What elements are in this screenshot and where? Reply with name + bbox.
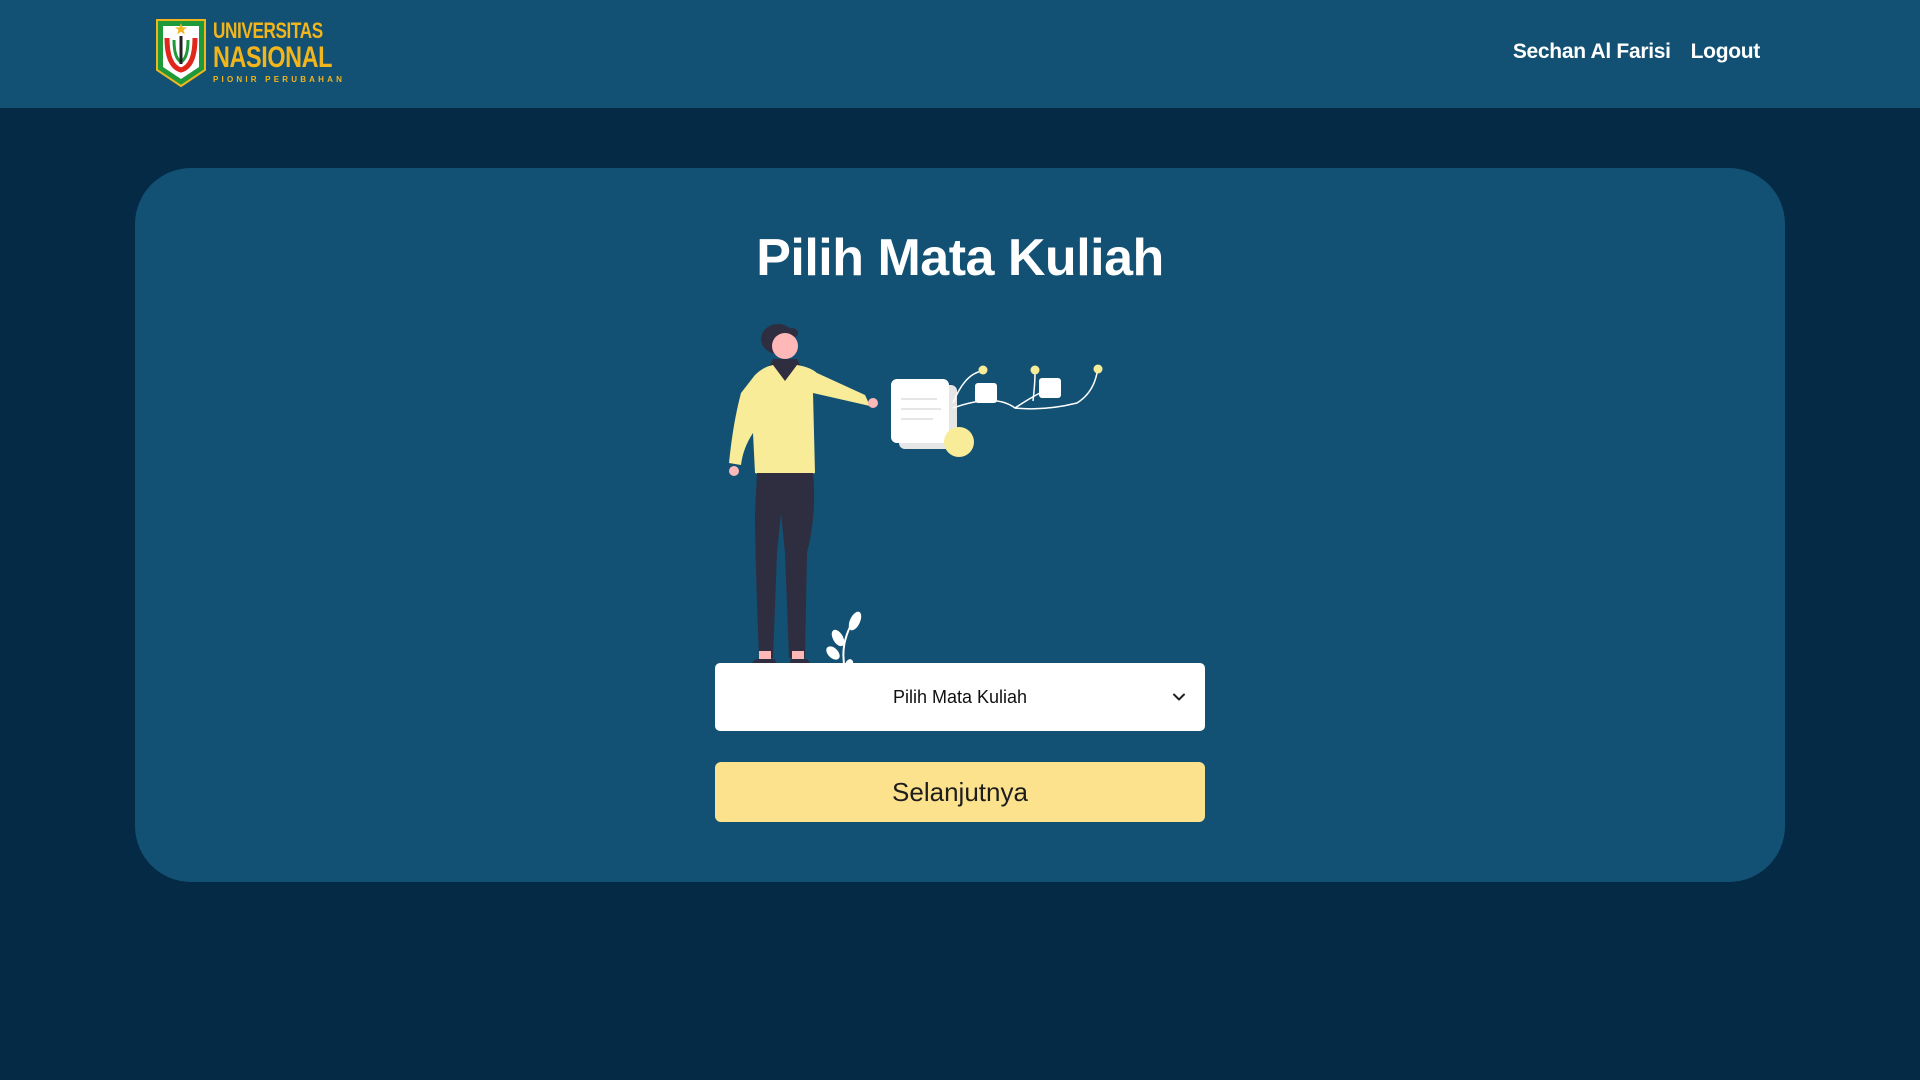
shield-emblem-icon [156,19,206,88]
page-title: Pilih Mata Kuliah [756,229,1164,287]
course-select-value: Pilih Mata Kuliah [892,687,1028,707]
chevron-down-icon [1173,693,1185,701]
course-select[interactable]: Pilih Mata Kuliah [715,663,1205,731]
person-presenting-document-illustration [729,324,1103,671]
university-logo[interactable]: UNIVERSITAS NASIONAL PIONIR PERUBAHAN [155,18,342,88]
navbar: UNIVERSITAS NASIONAL PIONIR PERUBAHAN Se… [0,0,1920,108]
logout-link[interactable]: Logout [1691,40,1761,64]
logo-line1: UNIVERSITAS [213,18,323,43]
document-icon [891,379,974,457]
next-button[interactable]: Selanjutnya [715,762,1205,822]
network-nodes-decoration [952,364,1103,410]
user-name-link[interactable]: Sechan Al Farisi [1513,40,1671,64]
nav-links: Sechan Al Farisi Logout [1513,40,1760,64]
logo-line3: PIONIR PERUBAHAN [213,75,346,84]
logo-line2: NASIONAL [213,41,333,74]
main-card: Pilih Mata Kuliah Pilih Mata Kuliah Sela… [135,168,1785,882]
logo-text: UNIVERSITAS NASIONAL PIONIR PERUBAHAN [213,20,366,84]
